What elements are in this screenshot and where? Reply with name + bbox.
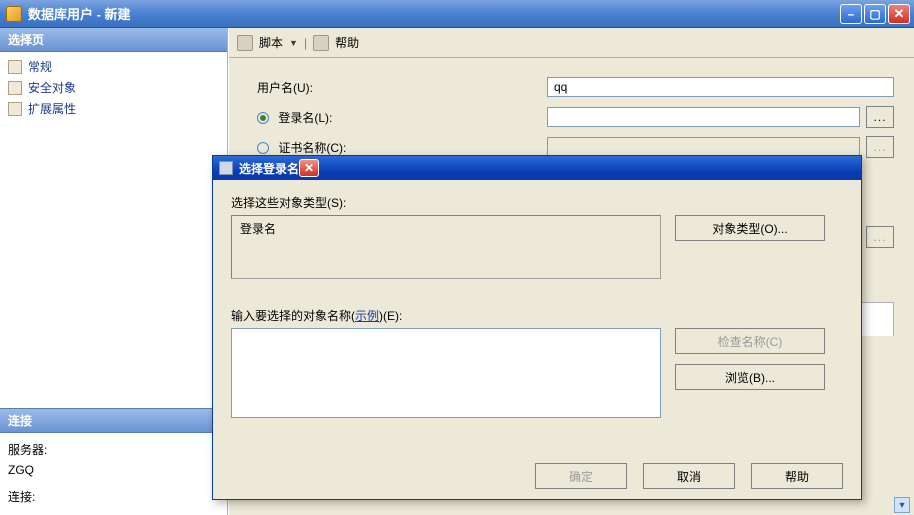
object-types-text: 登录名	[240, 222, 276, 236]
sidebar-item-label: 常规	[28, 58, 52, 75]
script-dropdown[interactable]: 脚本	[257, 34, 285, 51]
ok-button: 确定	[535, 463, 627, 489]
help-link[interactable]: 帮助	[333, 34, 361, 51]
page-icon	[8, 60, 22, 74]
sidebar-item-extended[interactable]: 扩展属性	[6, 98, 221, 119]
example-link[interactable]: 示例	[355, 309, 379, 323]
script-icon	[237, 35, 253, 51]
toolbar: 脚本 ▼ | 帮助	[229, 28, 914, 58]
select-types-label: 选择这些对象类型(S):	[231, 194, 843, 211]
cert-radio-row: 证书名称(C):	[257, 139, 547, 156]
loginname-label: 登录名(L):	[278, 111, 332, 125]
select-page-header: 选择页	[0, 28, 227, 52]
object-types-button[interactable]: 对象类型(O)...	[675, 215, 825, 241]
server-label: 服务器:	[8, 441, 219, 460]
connection-info: 服务器: ZGQ 连接:	[0, 433, 227, 515]
sidebar-item-label: 安全对象	[28, 79, 76, 96]
close-button[interactable]: ✕	[888, 4, 910, 24]
sidebar-item-securables[interactable]: 安全对象	[6, 77, 221, 98]
scroll-down-icon[interactable]: ▾	[894, 497, 910, 513]
dialog-title: 选择登录名	[239, 160, 299, 177]
object-types-box: 登录名	[231, 215, 661, 279]
window-title: 数据库用户 - 新建	[28, 4, 131, 23]
select-login-dialog: 选择登录名 ✕ 选择这些对象类型(S): 登录名 对象类型(O)... 输入要选…	[212, 155, 862, 500]
dialog-icon	[219, 161, 233, 175]
maximize-button[interactable]: ▢	[864, 4, 886, 24]
page-icon	[8, 81, 22, 95]
loginname-radio[interactable]	[257, 112, 269, 124]
database-user-icon	[6, 6, 22, 22]
login-radio-row: 登录名(L):	[257, 109, 547, 126]
server-value: ZGQ	[8, 461, 219, 480]
sidebar: 选择页 常规 安全对象 扩展属性 连接 服务器: ZGQ 连接:	[0, 28, 228, 515]
main-titlebar: 数据库用户 - 新建 – ▢ ✕	[0, 0, 914, 28]
help-button[interactable]: 帮助	[751, 463, 843, 489]
sidebar-item-general[interactable]: 常规	[6, 56, 221, 77]
certname-browse-button: ...	[866, 136, 894, 158]
chevron-down-icon[interactable]: ▼	[289, 38, 298, 48]
enter-names-label: 输入要选择的对象名称(示例)(E):	[231, 307, 843, 324]
minimize-button[interactable]: –	[840, 4, 862, 24]
username-label: 用户名(U):	[257, 79, 547, 96]
certname-label: 证书名称(C):	[278, 141, 346, 155]
bg-browse-1: ...	[866, 226, 894, 248]
conn-label: 连接:	[8, 488, 219, 507]
page-list: 常规 安全对象 扩展属性	[0, 52, 227, 123]
enter-names-label-b: )(E):	[379, 309, 402, 323]
sidebar-item-label: 扩展属性	[28, 100, 76, 117]
help-icon	[313, 35, 329, 51]
certname-radio[interactable]	[257, 142, 269, 154]
loginname-input[interactable]	[547, 107, 860, 127]
enter-names-label-a: 输入要选择的对象名称(	[231, 309, 355, 323]
loginname-browse-button[interactable]: ...	[866, 106, 894, 128]
object-names-input[interactable]	[231, 328, 661, 418]
cancel-button[interactable]: 取消	[643, 463, 735, 489]
certname-input	[547, 137, 860, 157]
dialog-titlebar: 选择登录名 ✕	[213, 156, 861, 180]
connection-header: 连接	[0, 408, 227, 433]
browse-button[interactable]: 浏览(B)...	[675, 364, 825, 390]
dialog-close-button[interactable]: ✕	[299, 159, 319, 177]
check-names-button: 检查名称(C)	[675, 328, 825, 354]
username-input[interactable]	[547, 77, 894, 97]
page-icon	[8, 102, 22, 116]
